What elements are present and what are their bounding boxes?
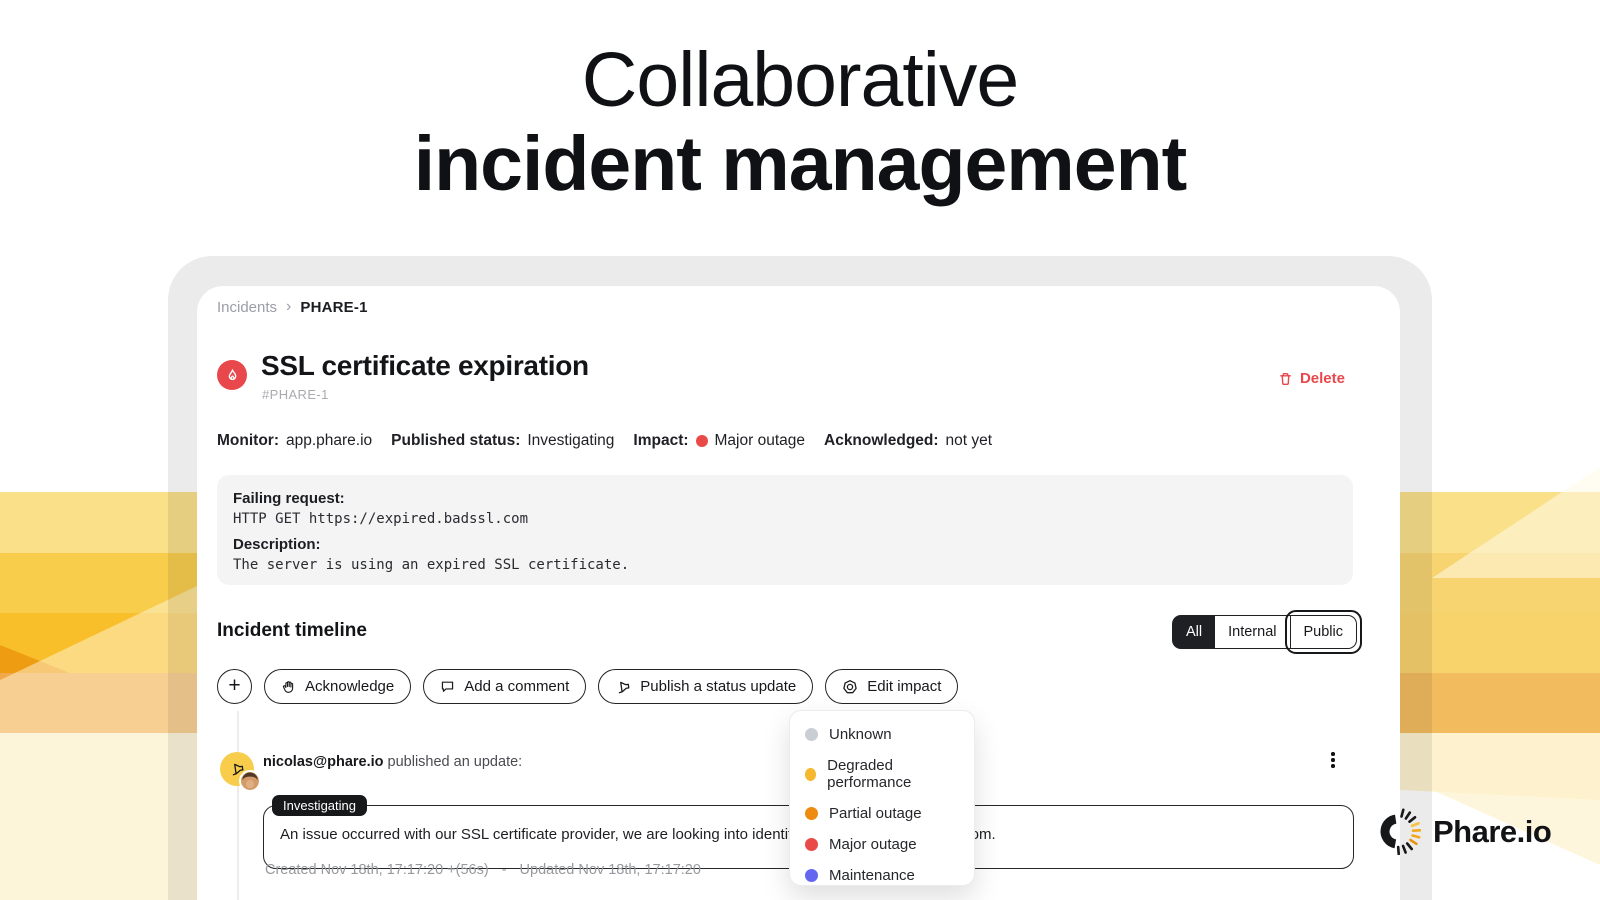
hero-title: Collaborative incident management — [0, 38, 1600, 206]
impact-partial-dot — [805, 807, 818, 820]
created-timestamp: Created Nov 18th, 17:17:20 +(56s) — [265, 862, 489, 878]
impact-option-unknown[interactable]: Unknown — [790, 719, 974, 750]
incident-detail-box: Failing request: HTTP GET https://expire… — [217, 475, 1353, 585]
hero-title-line1: Collaborative — [0, 38, 1600, 122]
trash-icon — [1278, 371, 1293, 387]
timestamp-dash: - — [502, 862, 507, 878]
add-comment-label: Add a comment — [464, 678, 569, 695]
entry-menu-button[interactable] — [1323, 749, 1343, 771]
hero-title-line2: incident management — [0, 122, 1600, 206]
filter-all[interactable]: All — [1173, 616, 1215, 648]
meta-status-label: Published status: — [391, 432, 520, 450]
impact-major-dot — [805, 838, 818, 851]
updated-timestamp: Updated Nov 18th, 17:17:20 — [520, 862, 701, 878]
acknowledge-button[interactable]: Acknowledge — [264, 669, 411, 704]
publish-status-update-label: Publish a status update — [640, 678, 796, 695]
breadcrumb-current: PHARE-1 — [300, 299, 367, 316]
breadcrumb-incidents-link[interactable]: Incidents — [217, 299, 277, 316]
meta-monitor: Monitor: app.phare.io — [217, 432, 372, 450]
meta-status-value: Investigating — [527, 432, 614, 450]
brand-name: Phare.io — [1433, 814, 1551, 850]
meta-impact: Impact: Major outage — [633, 432, 805, 450]
filter-internal[interactable]: Internal — [1215, 616, 1289, 648]
impact-maintenance-dot — [805, 869, 818, 882]
brand-logo: Phare.io — [1374, 808, 1551, 855]
entry-author-line: nicolas@phare.io published an update: — [263, 754, 522, 770]
meta-ack-value: not yet — [946, 432, 993, 450]
impact-dropdown: Unknown Degraded performance Partial out… — [789, 710, 975, 886]
kebab-dot — [1331, 758, 1335, 762]
impact-gear-icon — [842, 679, 858, 695]
failing-request-value: HTTP GET https://expired.badssl.com — [233, 509, 1337, 529]
filter-public-label: Public — [1304, 624, 1344, 640]
impact-option-degraded[interactable]: Degraded performance — [790, 750, 974, 798]
meta-impact-label: Impact: — [633, 432, 688, 450]
meta-impact-value: Major outage — [715, 432, 805, 450]
hand-icon — [281, 679, 296, 694]
impact-major-label: Major outage — [829, 836, 917, 853]
incident-card: Incidents › PHARE-1 SSL certificate expi… — [197, 286, 1400, 900]
impact-unknown-dot — [805, 728, 818, 741]
breadcrumb: Incidents › PHARE-1 — [217, 298, 368, 316]
impact-option-maintenance[interactable]: Maintenance — [790, 860, 974, 891]
edit-impact-label: Edit impact — [867, 678, 941, 695]
add-comment-button[interactable]: Add a comment — [423, 669, 586, 704]
breadcrumb-chevron-icon: › — [286, 298, 291, 316]
chat-bubble-icon — [440, 679, 455, 694]
impact-option-partial[interactable]: Partial outage — [790, 798, 974, 829]
phare-lighthouse-icon — [1374, 808, 1421, 855]
status-badge: Investigating — [272, 795, 367, 816]
meta-monitor-label: Monitor: — [217, 432, 279, 450]
description-label: Description: — [233, 534, 1337, 555]
page: Collaborative incident management Incide… — [0, 0, 1600, 900]
delete-label: Delete — [1300, 370, 1345, 387]
impact-degraded-label: Degraded performance — [827, 757, 959, 791]
impact-degraded-dot — [805, 768, 816, 781]
impact-maintenance-label: Maintenance — [829, 867, 915, 884]
acknowledge-label: Acknowledge — [305, 678, 394, 695]
impact-partial-label: Partial outage — [829, 805, 922, 822]
incident-id: #PHARE-1 — [262, 387, 329, 402]
megaphone-icon — [615, 679, 631, 695]
entry-author-action: published an update: — [384, 754, 523, 770]
kebab-dot — [1331, 764, 1335, 768]
timeline-heading: Incident timeline — [217, 620, 367, 642]
incident-title: SSL certificate expiration — [261, 350, 589, 382]
add-event-button[interactable]: + — [217, 669, 252, 704]
incident-flame-icon — [217, 360, 247, 390]
timeline-actions: + Acknowledge Add a comment — [217, 669, 958, 704]
entry-timestamps: Created Nov 18th, 17:17:20 +(56s) - Upda… — [265, 862, 701, 878]
timeline-line — [237, 711, 239, 900]
impact-option-major[interactable]: Major outage — [790, 829, 974, 860]
impact-unknown-label: Unknown — [829, 726, 892, 743]
filter-public[interactable]: Public — [1290, 616, 1357, 648]
incident-meta: Monitor: app.phare.io Published status: … — [217, 432, 992, 450]
avatar — [239, 770, 261, 792]
publish-status-update-button[interactable]: Publish a status update — [598, 669, 813, 704]
impact-dot — [696, 435, 708, 447]
description-value: The server is using an expired SSL certi… — [233, 555, 1337, 575]
failing-request-label: Failing request: — [233, 488, 1337, 509]
kebab-dot — [1331, 752, 1335, 756]
meta-status: Published status: Investigating — [391, 432, 614, 450]
entry-author-email: nicolas@phare.io — [263, 754, 384, 770]
meta-acknowledged: Acknowledged: not yet — [824, 432, 992, 450]
visibility-filter-group: All Internal Public — [1172, 615, 1357, 649]
delete-button[interactable]: Delete — [1278, 370, 1345, 387]
edit-impact-button[interactable]: Edit impact — [825, 669, 958, 704]
meta-monitor-value: app.phare.io — [286, 432, 372, 450]
meta-ack-label: Acknowledged: — [824, 432, 939, 450]
